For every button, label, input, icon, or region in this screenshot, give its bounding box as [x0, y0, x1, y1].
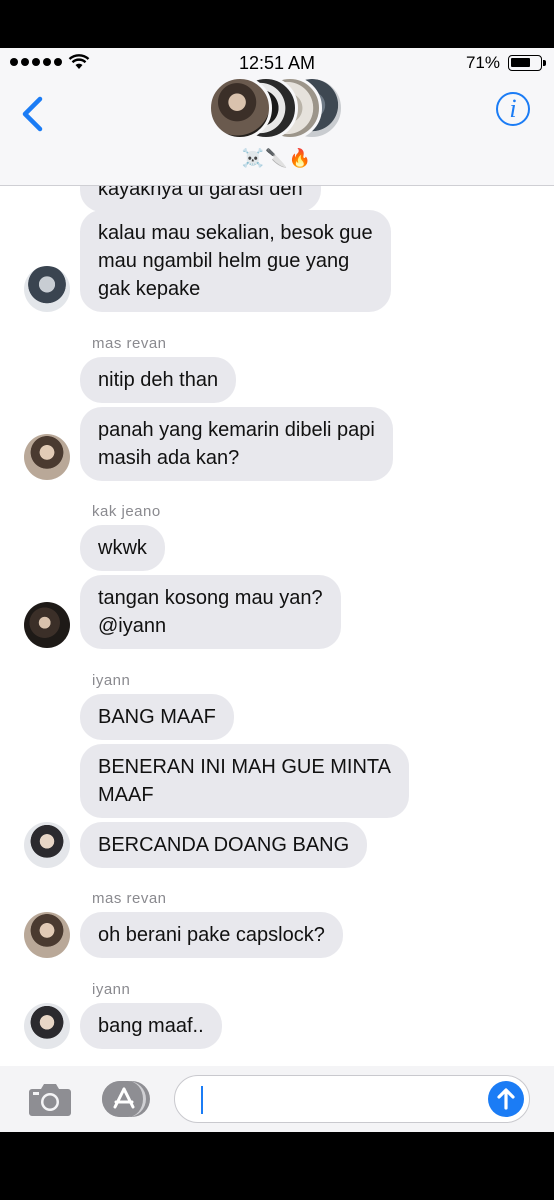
- bottom-letterbox: [0, 1132, 554, 1200]
- message-bubble[interactable]: kayaknya di garasi deh: [80, 186, 321, 212]
- message-bubble[interactable]: BERCANDA DOANG BANG: [80, 822, 368, 868]
- text-cursor: [201, 1086, 203, 1114]
- sender-name: iyann: [92, 981, 131, 998]
- message-input[interactable]: [174, 1075, 530, 1123]
- sender-name: mas revan: [92, 890, 167, 907]
- message-bubble[interactable]: oh berani pake capslock?: [80, 912, 343, 958]
- message-bubble[interactable]: BENERAN INI MAH GUE MINTA MAAF: [80, 744, 409, 818]
- conversation-header: 12:51 AM 71% ☠️🔪🔥 i: [0, 48, 554, 186]
- status-bar: 12:51 AM 71%: [0, 48, 554, 78]
- camera-icon[interactable]: [28, 1081, 72, 1117]
- message-bubble[interactable]: BANG MAAF: [80, 694, 234, 740]
- battery-level: [511, 58, 530, 67]
- top-letterbox: [0, 0, 554, 48]
- message-bubble[interactable]: kalau mau sekalian, besok gue mau ngambi…: [80, 210, 391, 312]
- messages-screen: 12:51 AM 71% ☠️🔪🔥 i kayaknya di garasi d…: [0, 48, 554, 1132]
- sender-name: iyann: [92, 672, 131, 689]
- message-bubble[interactable]: nitip deh than: [80, 357, 237, 403]
- sender-avatar: [24, 822, 70, 868]
- sender-name: kak jeano: [92, 503, 161, 520]
- sender-avatar: [24, 266, 70, 312]
- battery-percent: 71%: [465, 53, 500, 72]
- compose-bar: [0, 1066, 554, 1132]
- message-list: kayaknya di garasi deh kalau mau sekalia…: [0, 186, 554, 1066]
- group-avatar: [208, 76, 272, 140]
- battery-icon: [508, 55, 546, 71]
- message-bubble[interactable]: wkwk: [80, 525, 165, 571]
- message-bubble[interactable]: panah yang kemarin dibeli papi masih ada…: [80, 407, 393, 481]
- app-store-icon[interactable]: [102, 1081, 150, 1117]
- message-bubble[interactable]: bang maaf..: [80, 1003, 222, 1049]
- sender-avatar: [24, 1003, 70, 1049]
- message-bubble[interactable]: tangan kosong mau yan? @iyann: [80, 575, 341, 649]
- sender-avatar: [24, 602, 70, 648]
- group-name[interactable]: ☠️🔪🔥: [0, 148, 554, 169]
- group-avatar-stack[interactable]: [208, 76, 348, 140]
- info-icon[interactable]: i: [496, 92, 530, 126]
- arrow-up-icon[interactable]: [488, 1081, 524, 1117]
- sender-avatar: [24, 912, 70, 958]
- sender-avatar: [24, 434, 70, 480]
- sender-name: mas revan: [92, 335, 167, 352]
- chevron-left-icon[interactable]: [20, 96, 46, 132]
